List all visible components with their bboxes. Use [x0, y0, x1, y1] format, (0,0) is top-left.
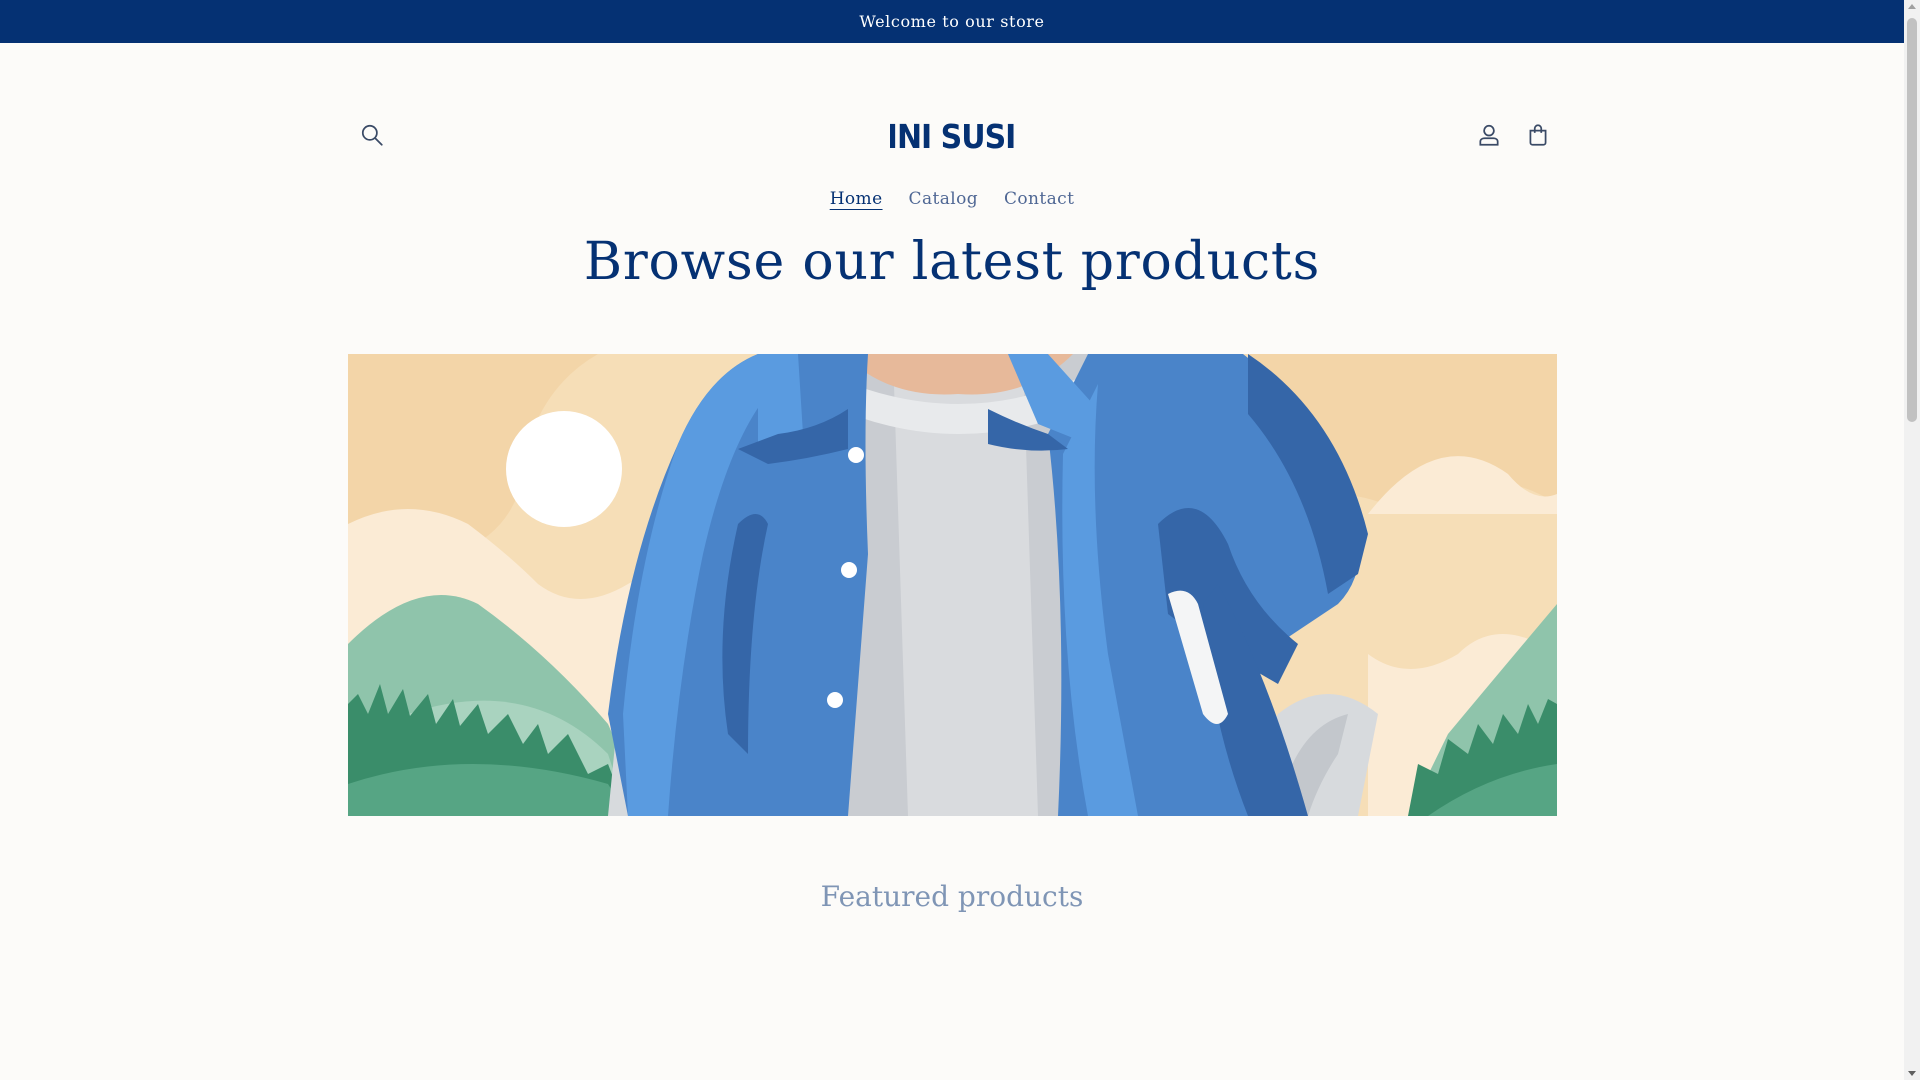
- account-button[interactable]: [1467, 113, 1511, 157]
- scrollbar-thumb[interactable]: [1907, 18, 1917, 422]
- announcement-bar: Welcome to our store: [0, 0, 1904, 43]
- search-button[interactable]: [350, 113, 394, 157]
- scroll-down-arrow-icon[interactable]: [1908, 1071, 1916, 1076]
- cart-icon: [1529, 124, 1547, 146]
- logo-text: VINI SUSIN: [890, 118, 1015, 156]
- nav-item-catalog[interactable]: Catalog: [909, 189, 978, 209]
- cart-button[interactable]: [1516, 113, 1560, 157]
- announcement-text: Welcome to our store: [859, 12, 1045, 31]
- store-logo[interactable]: VINI SUSIN: [865, 117, 1041, 157]
- account-icon: [1479, 124, 1499, 146]
- scroll-up-arrow-icon[interactable]: [1908, 4, 1916, 9]
- logo-wordmark: VINI SUSIN: [865, 118, 1041, 156]
- hero-banner-image: [348, 354, 1557, 816]
- search-icon: [361, 124, 383, 146]
- nav-item-contact[interactable]: Contact: [1004, 189, 1074, 209]
- hero-title: Browse our latest products: [583, 232, 1321, 292]
- site-header: VINI SUSIN Home Catalog Contact: [0, 43, 1904, 209]
- page-scrollbar[interactable]: [1904, 0, 1920, 1080]
- main-navigation: Home Catalog Contact: [0, 189, 1904, 209]
- storefront-page: Welcome to our store VINI SUSIN: [0, 0, 1904, 1080]
- nav-item-home[interactable]: Home: [830, 189, 883, 209]
- featured-products-heading: Featured products: [820, 880, 1084, 913]
